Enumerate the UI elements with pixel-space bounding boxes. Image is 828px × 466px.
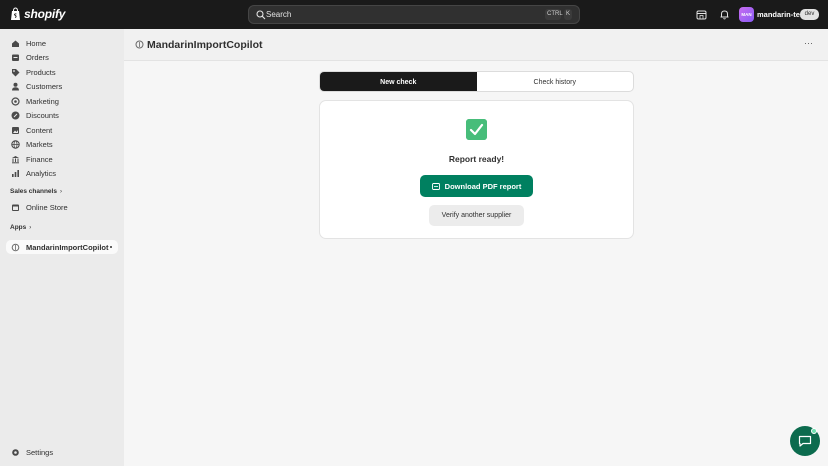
document-icon — [431, 182, 440, 190]
sidebar-item-discounts[interactable]: Discounts — [6, 108, 118, 122]
apps-label: Apps — [10, 224, 27, 231]
sidebar-item-home[interactable]: Home — [6, 36, 118, 50]
app-icon — [11, 243, 20, 251]
home-icon — [12, 40, 19, 47]
sidebar-item-customers[interactable]: Customers — [6, 79, 118, 93]
app-icon — [135, 40, 144, 49]
search-icon — [256, 10, 266, 20]
pin-dot-icon — [110, 246, 112, 248]
shortcut-k-key: K — [564, 9, 572, 20]
shopify-bag-icon — [11, 7, 20, 20]
main-area: MandarinImportCopilot ⋯ New check Check … — [124, 29, 828, 466]
verify-another-supplier-button[interactable]: Verify another supplier — [429, 205, 524, 226]
notification-badge — [811, 428, 817, 434]
sidebar-item-label: Analytics — [26, 168, 57, 178]
discount-icon — [11, 111, 20, 119]
sidebar-item-label: Markets — [26, 139, 53, 149]
sidebar-item-label: Settings — [26, 447, 54, 457]
chat-button[interactable] — [790, 426, 820, 456]
chat-bubble-icon — [798, 435, 812, 447]
chevron-right-icon: › — [29, 224, 32, 231]
sidebar-item-label: Home — [26, 38, 47, 48]
report-card: Report ready! Download PDF report Verify… — [319, 100, 634, 239]
tab-bar: New check Check history — [319, 71, 634, 92]
sidebar-item-label: Discounts — [26, 110, 59, 120]
image-icon — [12, 126, 19, 134]
dev-badge: dev — [800, 9, 819, 20]
top-bar: shopify Search CTRL K MAN mandarin-test … — [0, 0, 828, 29]
gear-icon — [12, 448, 19, 456]
shortcut-ctrl-key: CTRL — [545, 9, 563, 20]
report-status-title: Report ready! — [448, 154, 505, 164]
more-actions-button[interactable]: ⋯ — [804, 38, 814, 49]
search-bar[interactable]: Search CTRL K — [248, 5, 580, 24]
tab-new-check[interactable]: New check — [320, 72, 477, 91]
orders-icon — [12, 54, 19, 61]
chevron-right-icon: › — [59, 188, 62, 195]
tag-icon — [12, 68, 20, 76]
shopify-logo[interactable]: shopify — [10, 7, 65, 21]
sidebar-item-mandarin-import-copilot[interactable]: MandarinImportCopilot — [6, 240, 118, 254]
logo-wordmark: shopify — [24, 7, 66, 21]
page-title: MandarinImportCopilot — [147, 39, 263, 51]
sales-channels-label: Sales channels — [10, 188, 57, 195]
store-icon[interactable] — [696, 9, 707, 20]
sidebar-item-analytics[interactable]: Analytics — [6, 166, 118, 180]
sidebar-item-online-store[interactable]: Online Store — [6, 200, 118, 214]
sidebar-item-orders[interactable]: Orders — [6, 50, 118, 64]
bank-icon — [12, 155, 19, 163]
download-pdf-button[interactable]: Download PDF report — [420, 175, 533, 197]
sidebar-item-label: Orders — [26, 52, 49, 62]
apps-heading[interactable]: Apps › — [10, 224, 31, 231]
sidebar-item-content[interactable]: Content — [6, 123, 118, 137]
sidebar-item-label: Marketing — [26, 96, 59, 106]
sidebar-item-label: Online Store — [26, 202, 68, 212]
sidebar-item-label: Customers — [26, 81, 63, 91]
search-placeholder: Search — [266, 10, 292, 19]
sidebar-item-label: Products — [26, 67, 56, 77]
app-header: MandarinImportCopilot ⋯ — [124, 29, 828, 61]
target-icon — [11, 96, 20, 106]
sidebar-item-markets[interactable]: Markets — [6, 137, 118, 151]
bell-icon[interactable] — [719, 9, 730, 20]
download-pdf-label: Download PDF report — [444, 181, 522, 191]
app-content: New check Check history Report ready! Do… — [124, 61, 828, 466]
sidebar-item-label: MandarinImportCopilot — [26, 242, 109, 252]
online-store-icon — [12, 204, 19, 211]
person-icon — [12, 82, 19, 90]
sidebar-item-label: Content — [26, 125, 53, 135]
checkmark-icon — [466, 119, 487, 140]
globe-icon — [11, 139, 20, 149]
store-avatar[interactable]: MAN — [739, 7, 754, 22]
sidebar-item-settings[interactable]: Settings — [6, 445, 118, 459]
sales-channels-heading[interactable]: Sales channels › — [10, 188, 62, 195]
sidebar: Home Orders Products Customers Marketing… — [0, 29, 124, 466]
tab-check-history[interactable]: Check history — [477, 72, 634, 91]
sidebar-item-finance[interactable]: Finance — [6, 152, 118, 166]
chart-icon — [12, 169, 19, 177]
sidebar-item-label: Finance — [26, 154, 53, 164]
sidebar-item-marketing[interactable]: Marketing — [6, 94, 118, 108]
sidebar-item-products[interactable]: Products — [6, 65, 118, 79]
